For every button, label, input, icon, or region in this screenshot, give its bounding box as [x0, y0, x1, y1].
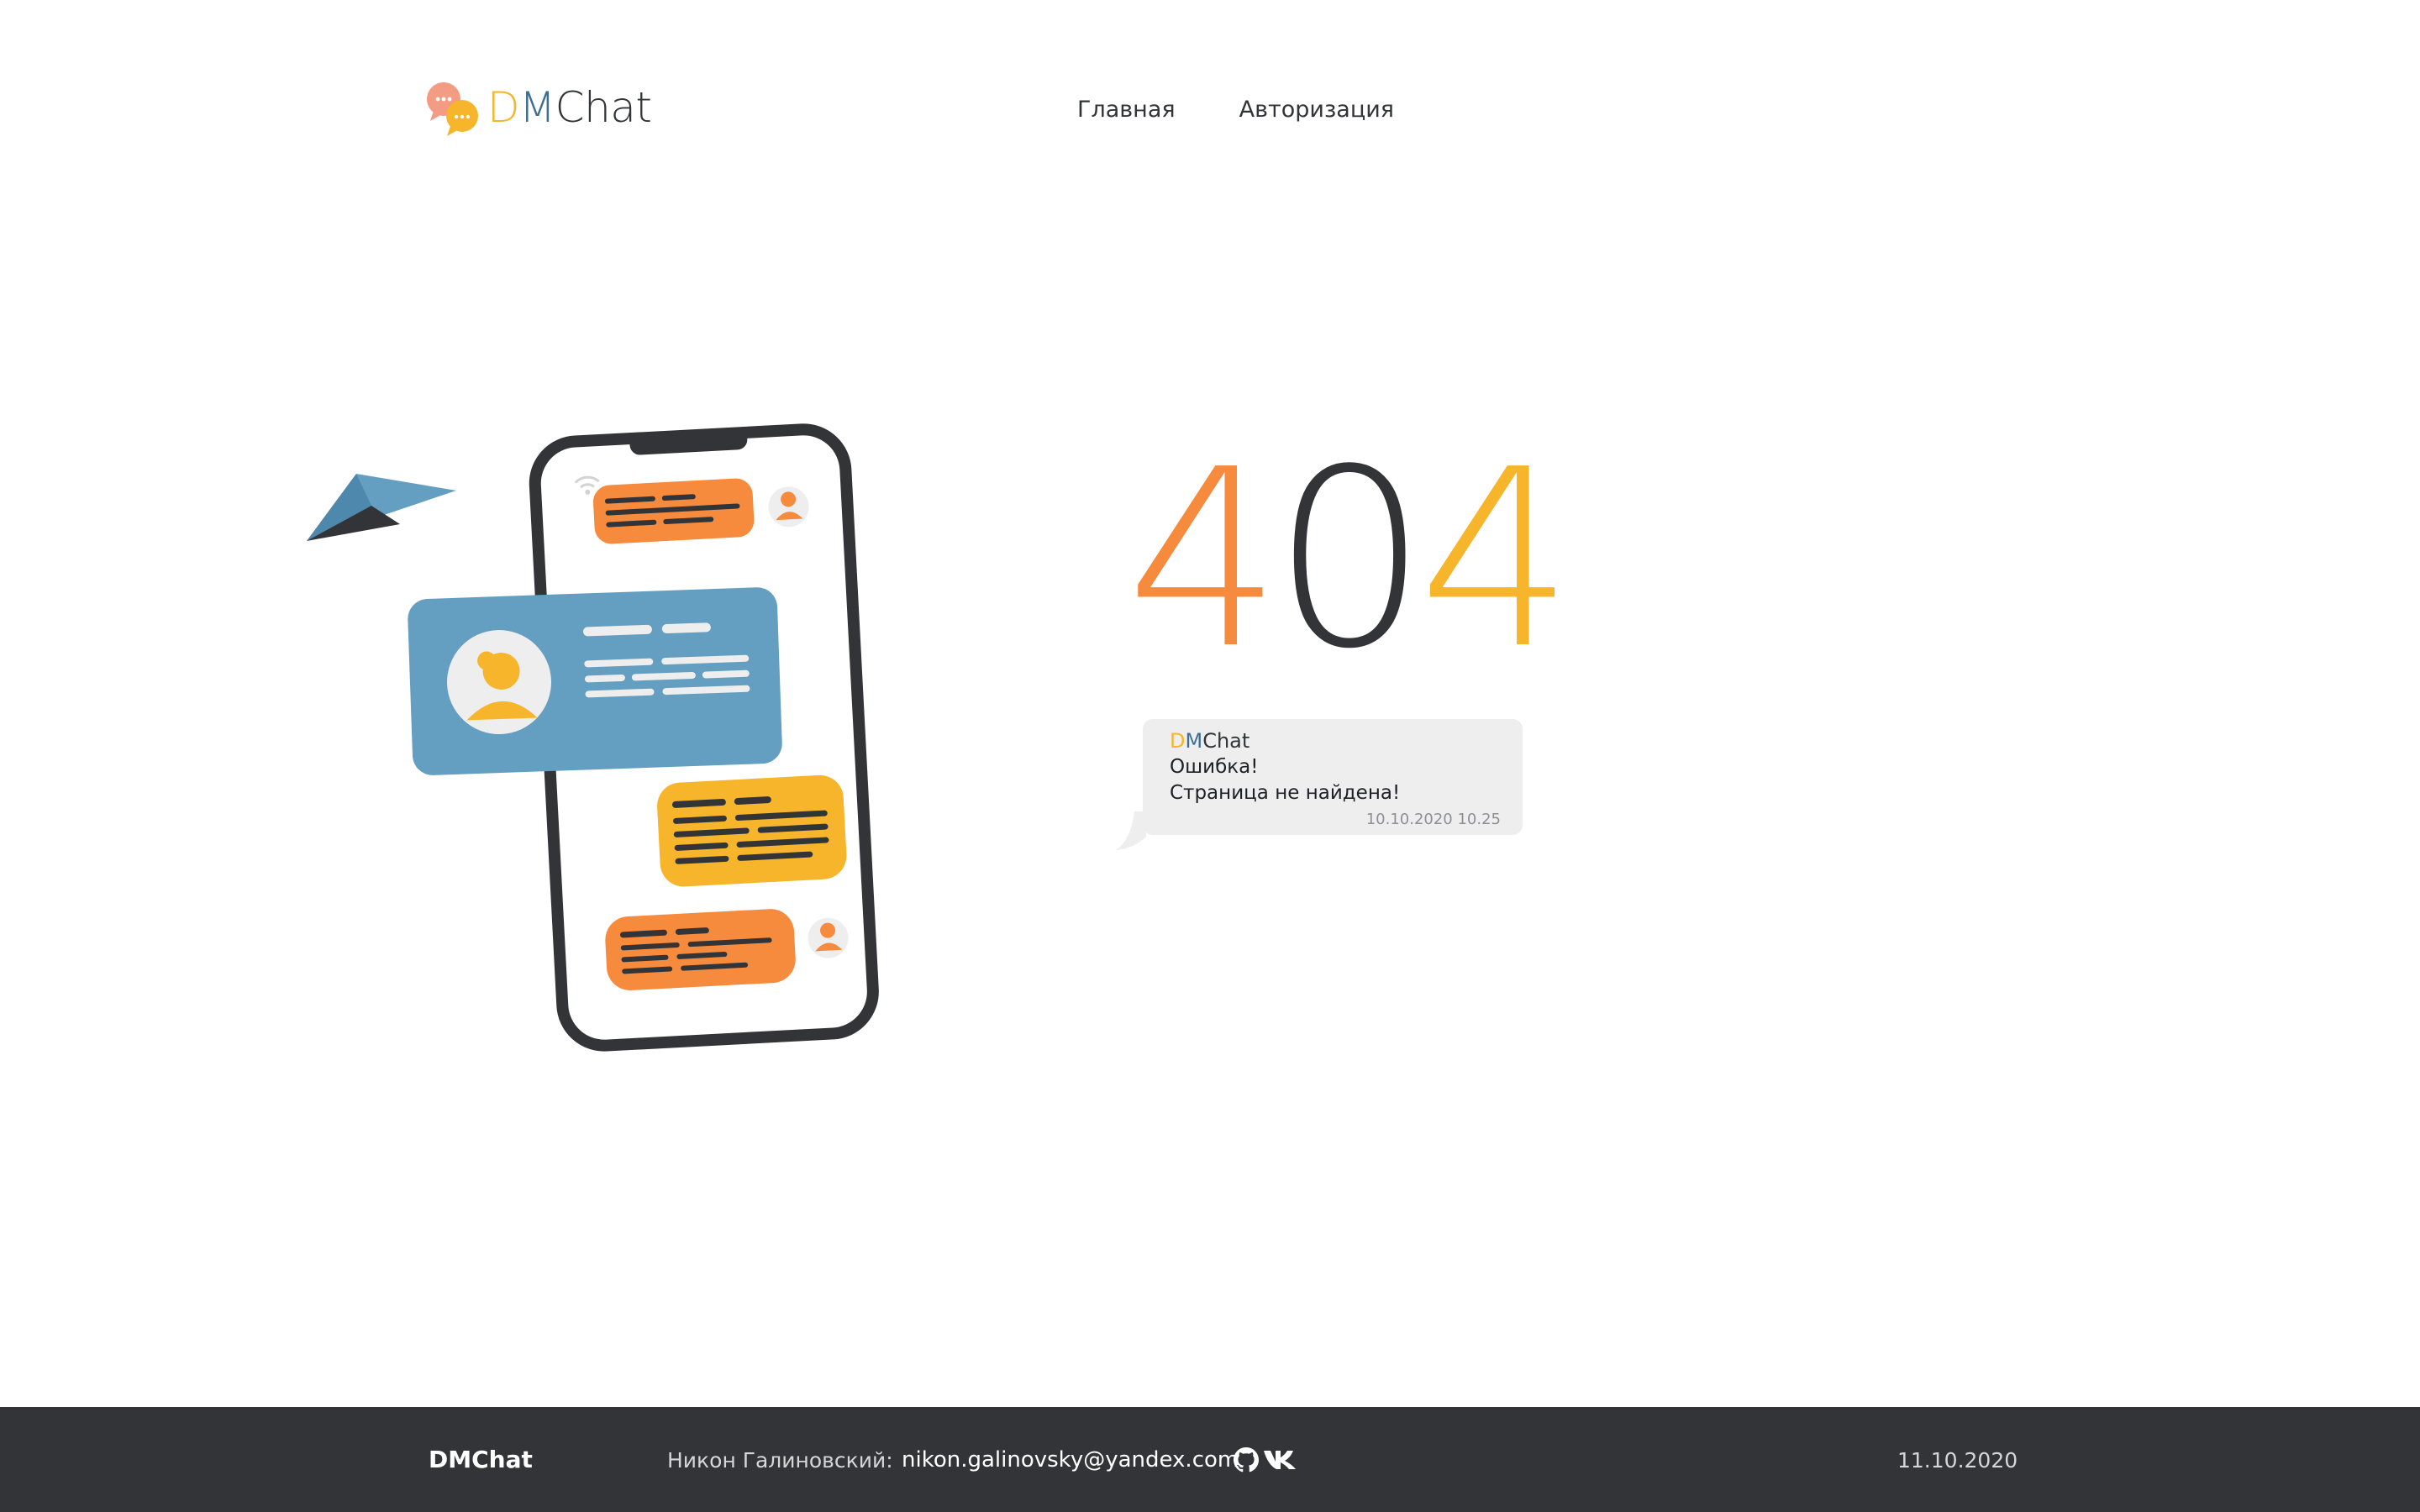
footer-brand: DMChat	[429, 1446, 533, 1473]
message-timestamp: 10.10.2020 10.25	[1365, 811, 1501, 828]
sender-letter-d: D	[1170, 729, 1186, 753]
nav-link-login[interactable]: Авторизация	[1239, 97, 1394, 123]
message-line-error: Ошибка!	[1170, 756, 1259, 778]
message-bubble-body: DMChat Ошибка! Страница не найдена! 10.1…	[1143, 719, 1523, 835]
logo-letter-m: M	[519, 83, 555, 132]
sender-letter-m: M	[1185, 729, 1203, 753]
nav-link-home[interactable]: Главная	[1077, 97, 1176, 123]
error-message-bubble: DMChat Ошибка! Страница не найдена! 10.1…	[1116, 719, 1526, 853]
error-code-404: 404	[1126, 437, 1574, 682]
paper-plane-icon	[307, 474, 456, 541]
footer-author: Никон Галиновский:	[667, 1448, 893, 1473]
footer-date: 11.10.2020	[1897, 1448, 2018, 1473]
page: DMChat Главная Авторизация 404 DMChat Ош…	[0, 0, 2420, 1512]
error-digit-2: 0	[1271, 417, 1428, 702]
main-nav: Главная Авторизация	[1077, 97, 1394, 123]
logo-letter-d: D	[487, 83, 520, 132]
message-line-not-found: Страница не найдена!	[1170, 782, 1401, 804]
chat-bubbles-logo-icon	[427, 82, 478, 136]
vk-icon[interactable]	[1264, 1448, 1299, 1472]
error-digit-3: 4	[1418, 417, 1575, 702]
sender-word-chat: Chat	[1202, 729, 1250, 753]
contact-card-icon	[408, 587, 782, 775]
github-icon[interactable]	[1234, 1447, 1259, 1473]
footer-email-link[interactable]: nikon.galinovsky@yandex.com	[902, 1447, 1239, 1473]
logo-link[interactable]: DMChat	[425, 77, 652, 138]
footer: DMChat Никон Галиновский: nikon.galinovs…	[0, 1407, 2420, 1512]
phone-chat-illustration	[307, 423, 879, 1052]
error-digit-1: 4	[1126, 417, 1282, 702]
message-sender: DMChat	[1170, 727, 1501, 754]
logo-word-chat: Chat	[555, 83, 652, 132]
logo-wordmark: DMChat	[487, 87, 652, 129]
